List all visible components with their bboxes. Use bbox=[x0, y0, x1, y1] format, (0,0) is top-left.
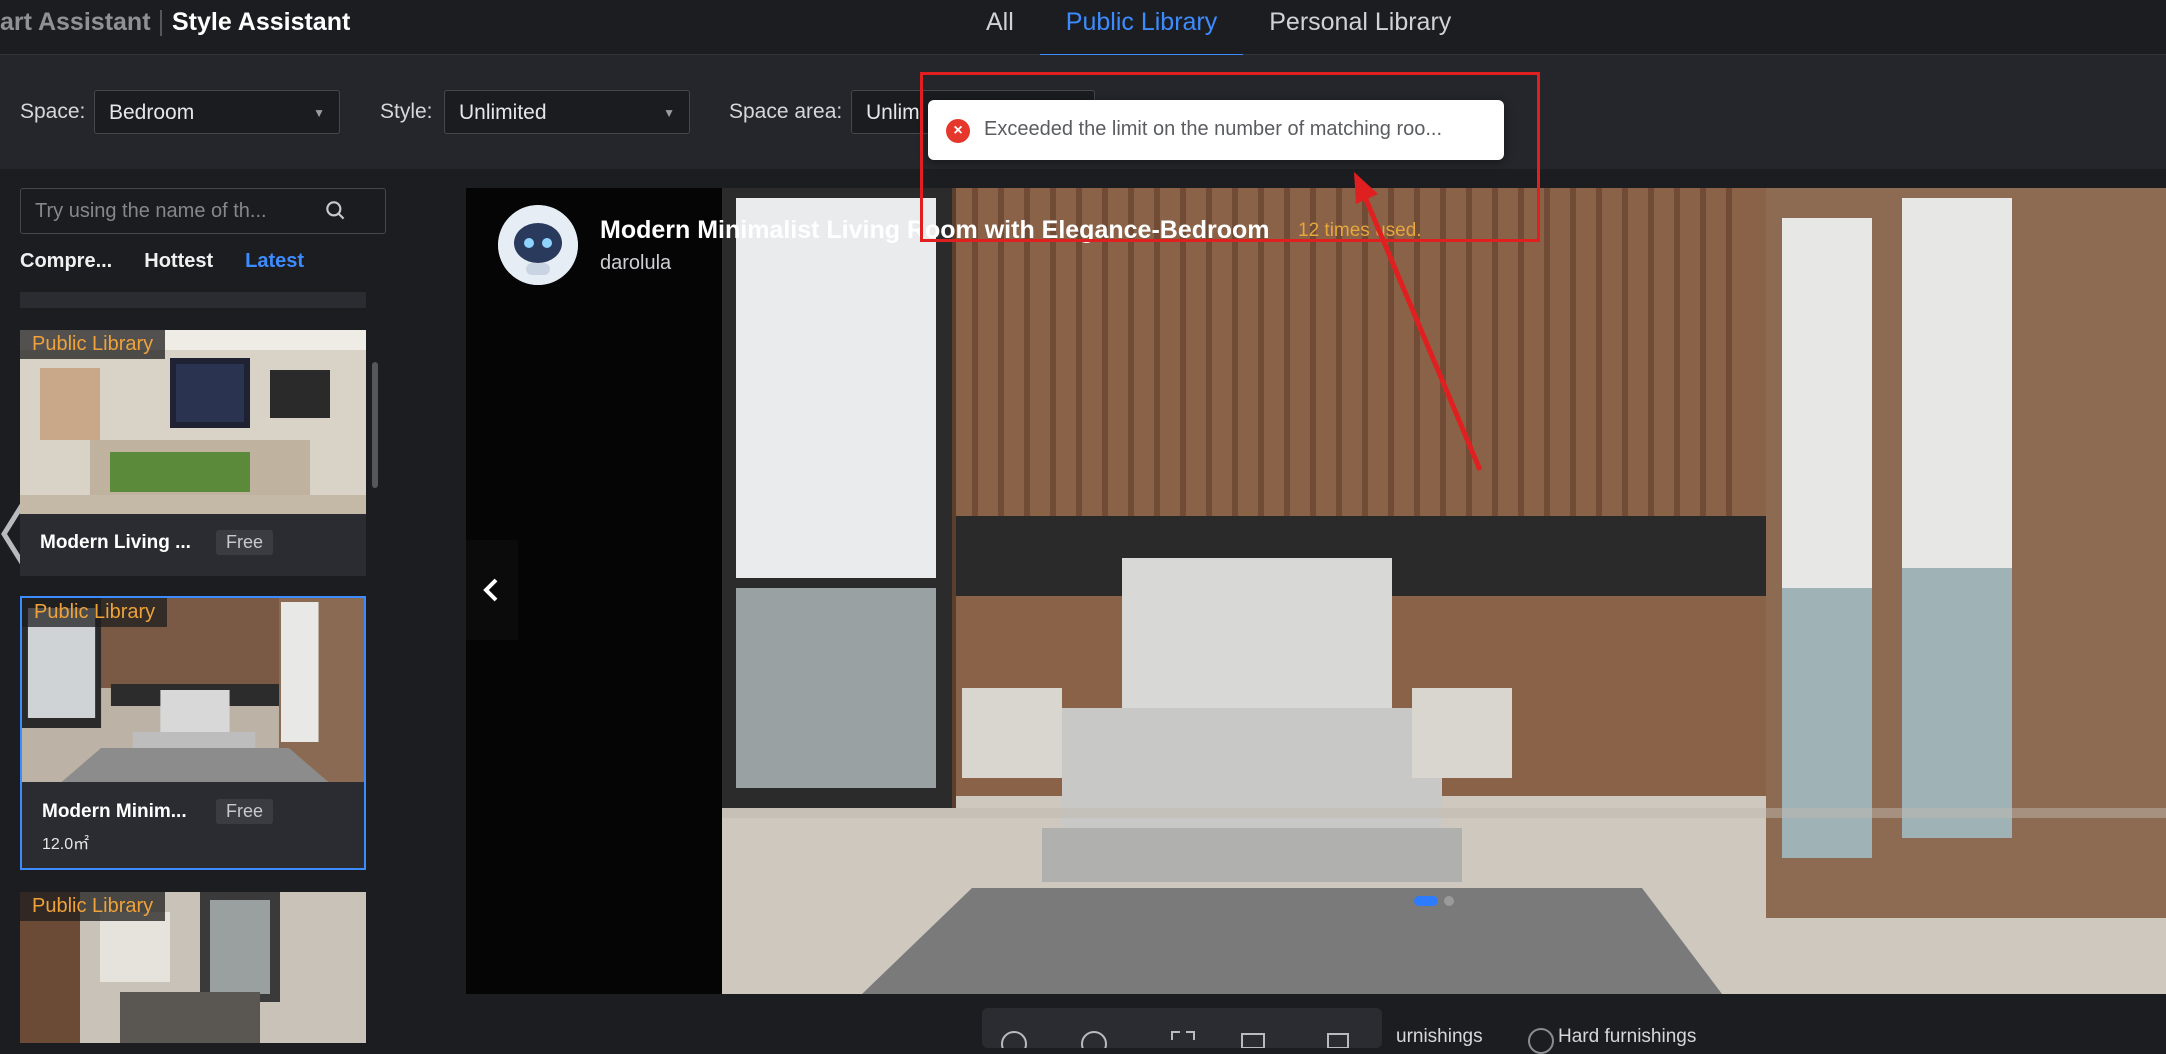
space-select-value: Bedroom bbox=[109, 101, 195, 124]
search-input[interactable]: Try using the name of th... bbox=[35, 200, 267, 223]
sort-tabs: Compre... Hottest Latest bbox=[20, 250, 304, 273]
space-area-label: Space area: bbox=[729, 100, 843, 123]
previous-button[interactable] bbox=[466, 540, 518, 640]
price-badge: Free bbox=[216, 530, 274, 555]
soft-furnishings-option[interactable]: urnishings bbox=[1396, 1026, 1483, 1048]
space-area-select-value: Unlimi bbox=[866, 101, 925, 124]
tab-all[interactable]: All bbox=[960, 6, 1040, 54]
author-name[interactable]: darolula bbox=[600, 252, 671, 275]
style-select-value: Unlimited bbox=[459, 101, 547, 124]
annotation-arrow bbox=[1354, 172, 1483, 471]
price-badge: Free bbox=[216, 799, 274, 824]
search-icon[interactable] bbox=[323, 198, 349, 224]
hard-furnishings-option[interactable]: Hard furnishings bbox=[1558, 1026, 1696, 1048]
chevron-left-icon bbox=[483, 578, 498, 602]
status-badge: Public Library bbox=[20, 892, 166, 921]
fullscreen-icon[interactable] bbox=[1168, 1028, 1198, 1048]
status-badge: Public Library bbox=[22, 598, 168, 627]
sort-latest[interactable]: Latest bbox=[245, 250, 304, 273]
style-label: Style: bbox=[380, 100, 433, 123]
card-title: Modern Living ... bbox=[40, 532, 191, 553]
zoom-out-icon[interactable] bbox=[1000, 1028, 1030, 1048]
list-item[interactable]: Public Library Modern Living ... Free bbox=[20, 330, 366, 576]
area-value: 12.0㎡ bbox=[42, 836, 90, 853]
zoom-in-icon[interactable] bbox=[1080, 1028, 1110, 1048]
caret-down-icon: ▼ bbox=[663, 106, 675, 120]
carousel-dot-active[interactable] bbox=[1414, 896, 1438, 906]
play-icon[interactable] bbox=[1238, 1028, 1268, 1048]
list-item-selected[interactable]: Public Library Modern Minim... Free 12.0… bbox=[20, 596, 366, 870]
space-select[interactable]: Bedroom ▼ bbox=[94, 90, 340, 134]
preview-viewer[interactable] bbox=[466, 188, 2166, 994]
select-icon[interactable] bbox=[1324, 1028, 1354, 1048]
sort-comprehensive[interactable]: Compre... bbox=[20, 250, 112, 273]
scrollbar[interactable] bbox=[372, 362, 378, 488]
app-name: Style Assistant bbox=[172, 8, 351, 36]
list-item-partial bbox=[20, 292, 366, 308]
search-box[interactable]: Try using the name of th... bbox=[20, 188, 386, 234]
list-item[interactable]: Public Library bbox=[20, 892, 366, 1043]
hard-furnishings-radio[interactable] bbox=[1528, 1028, 1554, 1054]
carousel-dot[interactable] bbox=[1444, 896, 1454, 906]
space-label: Space: bbox=[20, 100, 86, 123]
view-toolbar bbox=[982, 1008, 1382, 1048]
tab-personal-library[interactable]: Personal Library bbox=[1243, 6, 1477, 54]
style-select[interactable]: Unlimited ▼ bbox=[444, 90, 690, 134]
library-tabs: All Public Library Personal Library bbox=[960, 6, 1477, 56]
card-title: Modern Minim... bbox=[42, 801, 187, 822]
brand-divider bbox=[160, 10, 162, 36]
sort-hottest[interactable]: Hottest bbox=[144, 250, 213, 273]
status-badge: Public Library bbox=[20, 330, 166, 359]
app-name-partial: art Assistant bbox=[0, 8, 151, 36]
caret-down-icon: ▼ bbox=[313, 106, 325, 120]
carousel-indicator bbox=[1414, 896, 1454, 906]
tab-public-library[interactable]: Public Library bbox=[1039, 6, 1244, 56]
avatar[interactable] bbox=[498, 205, 578, 285]
